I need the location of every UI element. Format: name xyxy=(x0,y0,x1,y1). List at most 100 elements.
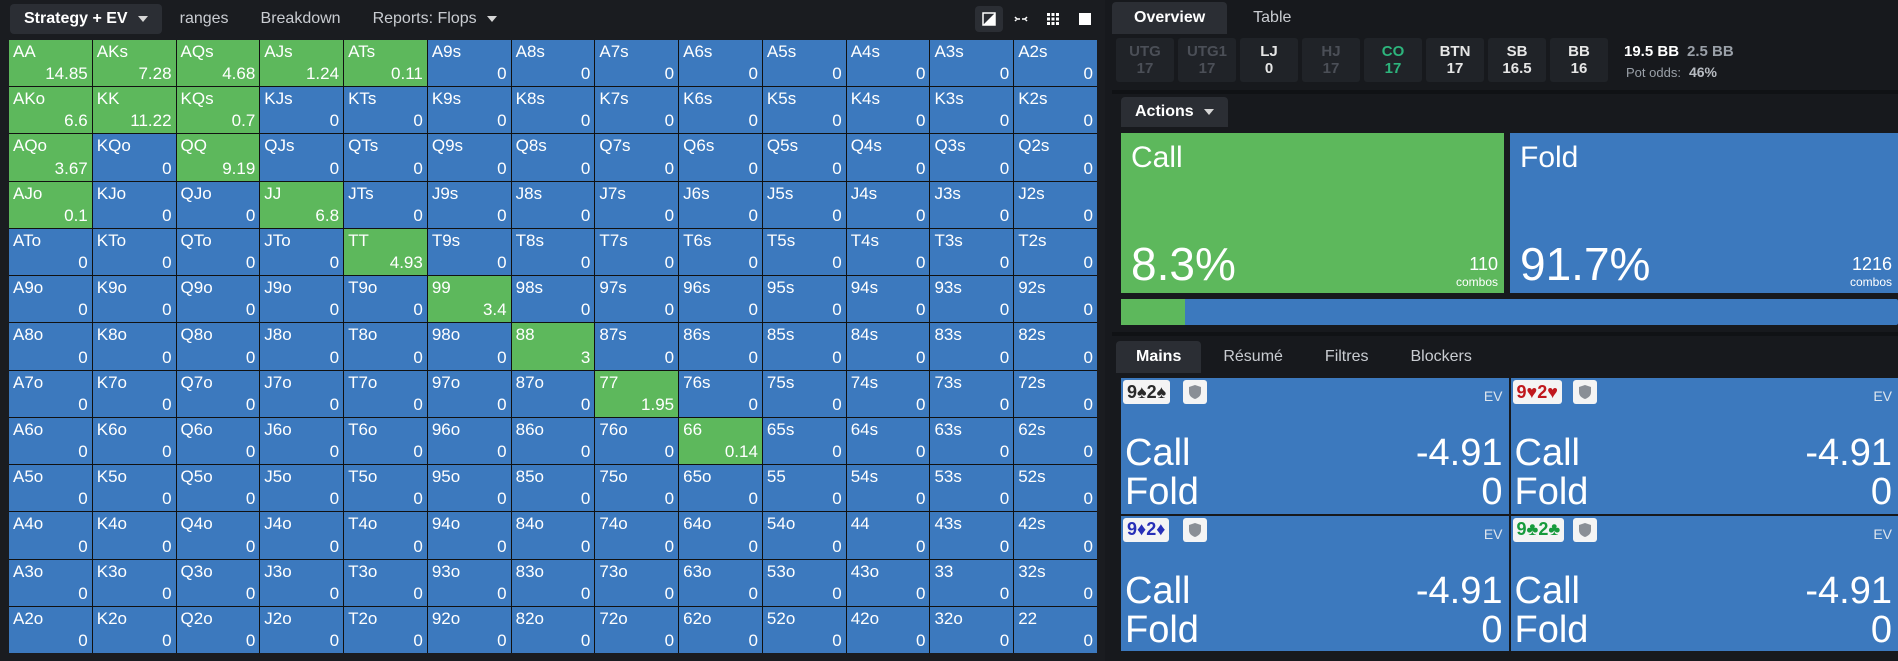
hand-cell[interactable]: 98o 0 xyxy=(427,323,511,370)
hand-cell[interactable]: Q7o 0 xyxy=(176,370,260,417)
hand-cell[interactable]: KJs 0 xyxy=(260,87,344,134)
hand-cell[interactable]: Q8s 0 xyxy=(511,134,595,181)
hand-cell[interactable]: KJo 0 xyxy=(92,181,176,228)
hand-cell[interactable]: 96s 0 xyxy=(679,276,762,323)
grid-view-button[interactable] xyxy=(1039,6,1067,32)
hand-cell[interactable]: 88 3 xyxy=(511,323,595,370)
hand-cell[interactable]: T2s 0 xyxy=(1014,228,1097,276)
hand-cell[interactable]: 74o 0 xyxy=(595,512,679,559)
hand-cell[interactable]: 83o 0 xyxy=(511,559,595,606)
hand-cell[interactable]: K3s 0 xyxy=(930,87,1014,134)
hand-cell[interactable]: A8s 0 xyxy=(511,40,595,87)
hand-cell[interactable]: 42o 0 xyxy=(846,606,930,653)
hand-cell[interactable]: 92o 0 xyxy=(427,606,511,653)
hand-cell[interactable]: 85s 0 xyxy=(762,323,846,370)
hand-cell[interactable]: QTs 0 xyxy=(344,134,427,181)
hand-cell[interactable]: Q4o 0 xyxy=(176,512,260,559)
hand-cell[interactable]: 66 0.14 xyxy=(679,417,762,465)
hand-cell[interactable]: AA 14.85 xyxy=(9,40,92,87)
hand-cell[interactable]: 93o 0 xyxy=(427,559,511,606)
hand-cell[interactable]: 86s 0 xyxy=(679,323,762,370)
action-fold-box[interactable]: Fold 91.7% 1216 combos xyxy=(1510,133,1898,293)
combo-card[interactable]: 9 ♣ 2 ♣ EV Call -4.91 Fold 0 xyxy=(1510,515,1898,651)
hand-cell[interactable]: K6s 0 xyxy=(679,87,762,134)
hand-cell[interactable]: 44 0 xyxy=(846,512,930,559)
hand-cell[interactable]: 63o 0 xyxy=(679,559,762,606)
hand-cell[interactable]: 72s 0 xyxy=(1014,370,1097,417)
tab-ranges[interactable]: ranges xyxy=(166,4,243,34)
hand-cell[interactable]: 97o 0 xyxy=(427,370,511,417)
hand-cell[interactable]: T2o 0 xyxy=(344,606,427,653)
hand-cell[interactable]: 72o 0 xyxy=(595,606,679,653)
hand-cell[interactable]: J7o 0 xyxy=(260,370,344,417)
hand-cell[interactable]: T9s 0 xyxy=(427,228,511,276)
hand-cell[interactable]: Q8o 0 xyxy=(176,323,260,370)
hand-cell[interactable]: A6o 0 xyxy=(9,417,92,465)
tab-blockers[interactable]: Blockers xyxy=(1390,341,1491,373)
hand-cell[interactable]: J8o 0 xyxy=(260,323,344,370)
hand-cell[interactable]: KQo 0 xyxy=(92,134,176,181)
hand-cell[interactable]: A9s 0 xyxy=(427,40,511,87)
hand-cell[interactable]: 32s 0 xyxy=(1014,559,1097,606)
hand-cell[interactable]: T3s 0 xyxy=(930,228,1014,276)
hand-cell[interactable]: 33 0 xyxy=(930,559,1014,606)
hand-cell[interactable]: 75s 0 xyxy=(762,370,846,417)
hand-cell[interactable]: 84s 0 xyxy=(846,323,930,370)
hand-cell[interactable]: 93s 0 xyxy=(930,276,1014,323)
hand-cell[interactable]: 73o 0 xyxy=(595,559,679,606)
hand-cell[interactable]: T5o 0 xyxy=(344,465,427,512)
hand-cell[interactable]: 52o 0 xyxy=(762,606,846,653)
hand-cell[interactable]: K6o 0 xyxy=(92,417,176,465)
action-call-box[interactable]: Call 8.3% 110 combos xyxy=(1121,133,1504,293)
hand-cell[interactable]: J4o 0 xyxy=(260,512,344,559)
seat-bb[interactable]: BB 16 xyxy=(1550,38,1608,82)
hand-cell[interactable]: T4s 0 xyxy=(846,228,930,276)
tab-breakdown[interactable]: Breakdown xyxy=(247,4,355,34)
hand-cell[interactable]: T7s 0 xyxy=(595,228,679,276)
hand-cell[interactable]: K8s 0 xyxy=(511,87,595,134)
shield-icon[interactable] xyxy=(1572,380,1597,404)
hand-cell[interactable]: Q7s 0 xyxy=(595,134,679,181)
hand-cell[interactable]: K5s 0 xyxy=(762,87,846,134)
hand-cell[interactable]: 54o 0 xyxy=(762,512,846,559)
hand-cell[interactable]: K7o 0 xyxy=(92,370,176,417)
hand-cell[interactable]: Q9s 0 xyxy=(427,134,511,181)
hand-cell[interactable]: AQs 4.68 xyxy=(176,40,260,87)
hand-cell[interactable]: 53o 0 xyxy=(762,559,846,606)
shield-icon[interactable] xyxy=(1572,517,1597,542)
hand-cell[interactable]: 43s 0 xyxy=(930,512,1014,559)
hand-cell[interactable]: 84o 0 xyxy=(511,512,595,559)
hand-cell[interactable]: 52s 0 xyxy=(1014,465,1097,512)
tab-table[interactable]: Table xyxy=(1231,2,1313,34)
hand-cell[interactable]: A2o 0 xyxy=(9,606,92,653)
hand-cell[interactable]: 75o 0 xyxy=(595,465,679,512)
contrast-toggle-button[interactable] xyxy=(975,6,1003,32)
seat-btn[interactable]: BTN 17 xyxy=(1426,38,1484,82)
hand-cell[interactable]: J5s 0 xyxy=(762,181,846,228)
hand-cell[interactable]: J2o 0 xyxy=(260,606,344,653)
hand-cell[interactable]: Q3s 0 xyxy=(930,134,1014,181)
hand-cell[interactable]: 43o 0 xyxy=(846,559,930,606)
hand-cell[interactable]: 94o 0 xyxy=(427,512,511,559)
hand-cell[interactable]: 73s 0 xyxy=(930,370,1014,417)
hand-cell[interactable]: 65o 0 xyxy=(679,465,762,512)
hand-cell[interactable]: T3o 0 xyxy=(344,559,427,606)
hand-cell[interactable]: A6s 0 xyxy=(679,40,762,87)
hand-cell[interactable]: 99 3.4 xyxy=(427,276,511,323)
hand-cell[interactable]: AQo 3.67 xyxy=(9,134,92,181)
hand-cell[interactable]: K5o 0 xyxy=(92,465,176,512)
tab-strategy-ev[interactable]: Strategy + EV xyxy=(10,4,162,34)
hand-cell[interactable]: 62o 0 xyxy=(679,606,762,653)
hand-cell[interactable]: 87s 0 xyxy=(595,323,679,370)
seat-sb[interactable]: SB 16.5 xyxy=(1488,38,1546,82)
hand-cell[interactable]: J3o 0 xyxy=(260,559,344,606)
hand-cell[interactable]: A3o 0 xyxy=(9,559,92,606)
hand-cell[interactable]: 76s 0 xyxy=(679,370,762,417)
hand-cell[interactable]: 76o 0 xyxy=(595,417,679,465)
hand-cell[interactable]: TT 4.93 xyxy=(344,228,427,276)
hand-cell[interactable]: Q4s 0 xyxy=(846,134,930,181)
hand-cell[interactable]: T4o 0 xyxy=(344,512,427,559)
hand-cell[interactable]: 86o 0 xyxy=(511,417,595,465)
hand-cell[interactable]: K9o 0 xyxy=(92,276,176,323)
hand-cell[interactable]: QJo 0 xyxy=(176,181,260,228)
